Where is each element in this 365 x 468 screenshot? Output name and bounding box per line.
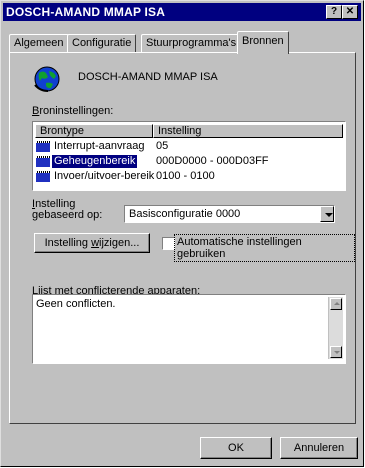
- resource-list[interactable]: Brontype Instelling Interrupt-aanvraag 0…: [32, 121, 346, 191]
- close-button[interactable]: ✕: [342, 5, 358, 19]
- resource-type: Interrupt-aanvraag: [54, 140, 145, 152]
- scroll-down-button[interactable]: [330, 346, 342, 358]
- tab-panel-bronnen: DOSCH-AMAND MMAP ISA Broninstellingen: B…: [9, 52, 356, 424]
- resource-type: Invoer/uitvoer-bereik: [54, 170, 155, 182]
- tab-stuurprogrammas[interactable]: Stuurprogramma's: [141, 34, 242, 52]
- cancel-button[interactable]: Annuleren: [280, 437, 358, 459]
- help-button[interactable]: ?: [326, 5, 342, 19]
- resource-row[interactable]: Geheugenbereik 000D0000 - 000D03FF: [35, 155, 345, 168]
- arrow-up-icon: [334, 302, 340, 305]
- auto-settings-label[interactable]: Automatische instellingen gebruiken: [174, 234, 355, 262]
- column-header-brontype[interactable]: Brontype: [35, 124, 153, 138]
- column-header-instelling[interactable]: Instelling: [153, 124, 343, 138]
- resource-type-icon: [36, 171, 50, 182]
- resource-row[interactable]: Invoer/uitvoer-bereik 0100 - 0100: [35, 170, 345, 183]
- resource-value: 0100 - 0100: [156, 170, 215, 182]
- resource-type-icon: [36, 141, 50, 152]
- conflicts-scrollbar[interactable]: [328, 297, 343, 359]
- conflicts-box[interactable]: Geen conflicten.: [32, 294, 346, 364]
- tab-algemeen[interactable]: Algemeen: [9, 34, 69, 52]
- device-name: DOSCH-AMAND MMAP ISA: [78, 71, 218, 83]
- resource-value: 000D0000 - 000D03FF: [156, 155, 269, 167]
- tab-bronnen[interactable]: Bronnen: [237, 31, 289, 54]
- properties-dialog: DOSCH-AMAND MMAP ISA ? ✕ Algemeen Config…: [0, 0, 364, 467]
- configuration-select[interactable]: Basisconfiguratie 0000: [124, 205, 335, 223]
- resource-type-icon: [36, 156, 50, 167]
- scroll-up-button[interactable]: [330, 298, 342, 310]
- setting-based-on-label: Instelling gebaseerd op:: [32, 198, 103, 221]
- select-dropdown-button[interactable]: [320, 206, 334, 222]
- resource-settings-label: Broninstellingen:: [32, 105, 114, 117]
- tab-configuratie[interactable]: Configuratie: [67, 34, 137, 52]
- conflicts-text: Geen conflicten.: [36, 298, 116, 310]
- globe-icon: [32, 65, 62, 93]
- resource-value: 05: [156, 140, 169, 152]
- configuration-select-value: Basisconfiguratie 0000: [129, 208, 241, 220]
- title-bar[interactable]: DOSCH-AMAND MMAP ISA ? ✕: [3, 3, 361, 21]
- window-title: DOSCH-AMAND MMAP ISA: [6, 5, 166, 19]
- resource-row[interactable]: Interrupt-aanvraag 05: [35, 140, 345, 153]
- resource-type: Geheugenbereik: [52, 155, 138, 168]
- change-setting-button[interactable]: Instelling wijzigen...: [34, 233, 150, 253]
- ok-button[interactable]: OK: [200, 437, 272, 459]
- arrow-down-icon: [334, 351, 340, 354]
- chevron-down-icon: [325, 213, 333, 217]
